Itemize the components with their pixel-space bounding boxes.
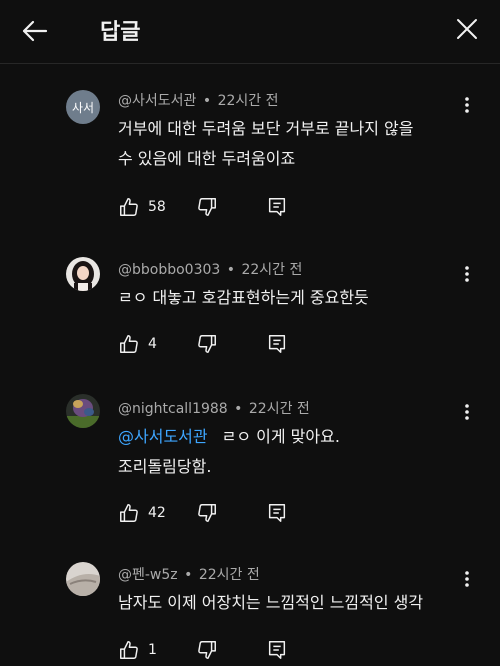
reply-button[interactable] bbox=[266, 196, 288, 218]
thumbs-down-icon bbox=[198, 641, 216, 659]
comment-actions: 1 bbox=[118, 639, 318, 663]
thumbs-up-icon bbox=[120, 504, 138, 522]
more-options-icon[interactable] bbox=[462, 403, 472, 421]
comment-icon bbox=[268, 335, 286, 353]
comment-time: 22시간 전 bbox=[217, 93, 279, 109]
comment-line: @사서도서관 ㄹㅇ 이게 맞아요. bbox=[118, 422, 458, 452]
author-handle[interactable]: @사서도서관 bbox=[118, 93, 196, 109]
comment-time: 22시간 전 bbox=[241, 262, 303, 278]
thumbs-down-icon bbox=[198, 335, 216, 353]
comment-text: 남자도 이제 어장치는 느낌적인 느낌적인 생각 bbox=[118, 588, 488, 618]
more-options-icon[interactable] bbox=[462, 96, 472, 114]
header: 답글 bbox=[0, 0, 500, 64]
comment-actions: 4 bbox=[118, 333, 318, 357]
comment-meta: @bbobbo0303 • 22시간 전 bbox=[118, 259, 302, 279]
dislike-button[interactable] bbox=[196, 502, 218, 524]
dislike-button[interactable] bbox=[196, 639, 218, 661]
author-handle[interactable]: @펜-w5z bbox=[118, 567, 178, 583]
thumbs-up-icon bbox=[120, 335, 138, 353]
like-button[interactable]: 58 bbox=[118, 196, 166, 218]
like-count: 58 bbox=[148, 199, 166, 215]
comment-line: 남자도 이제 어장치는 느낌적인 느낌적인 생각 bbox=[118, 593, 424, 612]
comment-icon bbox=[268, 198, 286, 216]
comment-meta: @nightcall1988 • 22시간 전 bbox=[118, 398, 310, 418]
comment-icon bbox=[268, 504, 286, 522]
like-count: 1 bbox=[148, 642, 157, 658]
more-options-icon[interactable] bbox=[462, 265, 472, 283]
comment-text: @사서도서관 ㄹㅇ 이게 맞아요. 조리돌림당함. bbox=[118, 422, 458, 482]
comment-meta: @펜-w5z • 22시간 전 bbox=[118, 564, 260, 584]
separator: • bbox=[184, 567, 193, 583]
comment-time: 22시간 전 bbox=[248, 401, 310, 417]
comment-line: 조리돌림당함. bbox=[118, 457, 212, 476]
avatar[interactable] bbox=[66, 562, 100, 596]
avatar[interactable] bbox=[66, 257, 100, 291]
like-button[interactable]: 1 bbox=[118, 639, 157, 661]
comment-time: 22시간 전 bbox=[198, 567, 260, 583]
dislike-button[interactable] bbox=[196, 196, 218, 218]
comment-actions: 42 bbox=[118, 502, 318, 526]
thumbs-down-icon bbox=[198, 504, 216, 522]
avatar-photo bbox=[66, 394, 100, 428]
like-button[interactable]: 4 bbox=[118, 333, 157, 355]
separator: • bbox=[202, 93, 212, 109]
avatar-photo bbox=[66, 562, 100, 596]
mention-link[interactable]: @사서도서관 bbox=[118, 427, 208, 446]
comment-meta: @사서도서관 • 22시간 전 bbox=[118, 90, 278, 110]
reply-button[interactable] bbox=[266, 333, 288, 355]
like-count: 42 bbox=[148, 505, 166, 521]
page-title: 답글 bbox=[100, 20, 141, 45]
comment-icon bbox=[268, 641, 286, 659]
dislike-button[interactable] bbox=[196, 333, 218, 355]
author-handle[interactable]: @nightcall1988 bbox=[118, 401, 228, 417]
like-count: 4 bbox=[148, 336, 157, 352]
more-options-icon[interactable] bbox=[462, 570, 472, 588]
avatar[interactable]: 사서 bbox=[66, 90, 100, 124]
back-arrow-icon[interactable] bbox=[18, 14, 52, 48]
reply-button[interactable] bbox=[266, 639, 288, 661]
comment-actions: 58 bbox=[118, 196, 318, 220]
thumbs-down-icon bbox=[198, 198, 216, 216]
thumbs-up-icon bbox=[120, 641, 138, 659]
comment-line: 수 있음에 대한 두려움이죠 bbox=[118, 149, 296, 168]
comment-text: ㄹㅇ 대놓고 호감표현하는게 중요한듯 bbox=[118, 283, 458, 313]
avatar-initials: 사서 bbox=[66, 90, 100, 124]
separator: • bbox=[234, 401, 243, 417]
avatar-photo bbox=[66, 257, 100, 291]
thumbs-up-icon bbox=[120, 198, 138, 216]
like-button[interactable]: 42 bbox=[118, 502, 166, 524]
comment-line: ㄹㅇ 대놓고 호감표현하는게 중요한듯 bbox=[118, 288, 369, 307]
comment-line: 거부에 대한 두려움 보단 거부로 끝나지 않을 bbox=[118, 119, 414, 138]
close-icon[interactable] bbox=[452, 14, 482, 44]
comment-text: 거부에 대한 두려움 보단 거부로 끝나지 않을 수 있음에 대한 두려움이죠 bbox=[118, 114, 458, 174]
avatar[interactable] bbox=[66, 394, 100, 428]
reply-button[interactable] bbox=[266, 502, 288, 524]
comment-line-text: ㄹㅇ 이게 맞아요. bbox=[221, 427, 340, 446]
author-handle[interactable]: @bbobbo0303 bbox=[118, 262, 220, 278]
separator: • bbox=[226, 262, 236, 278]
